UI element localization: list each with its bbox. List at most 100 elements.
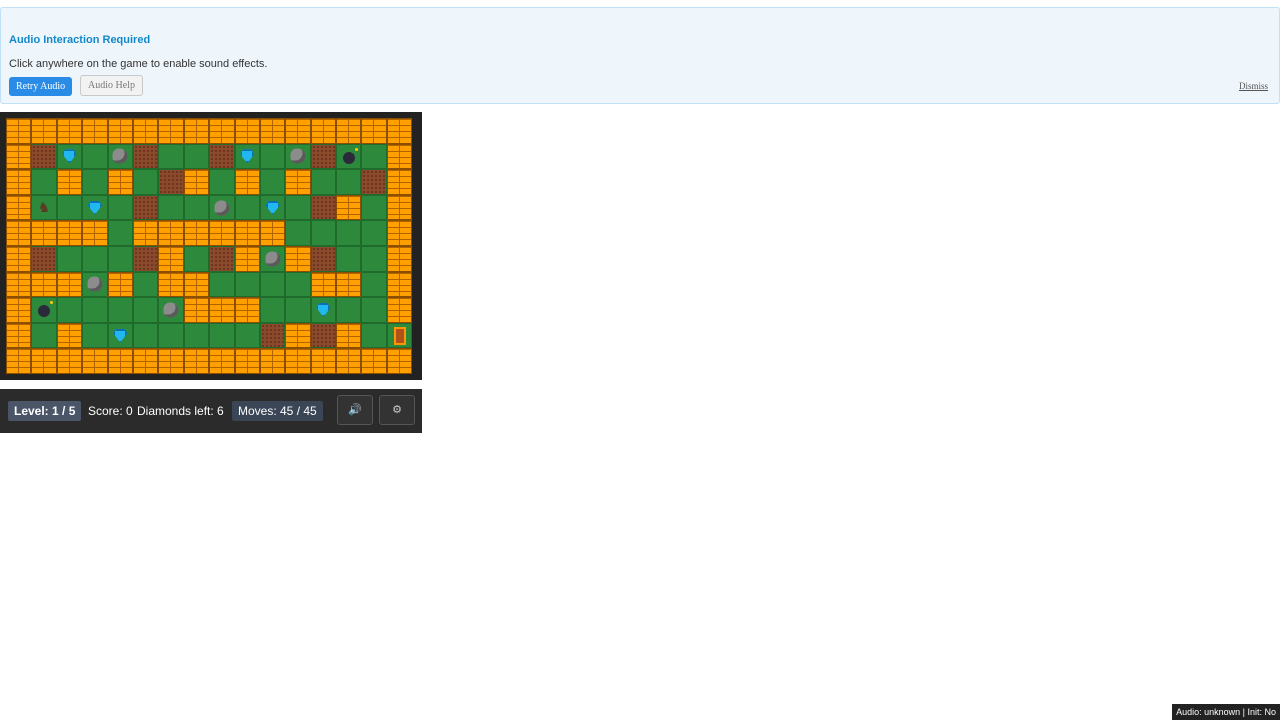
wall-tile [183, 348, 210, 374]
diamond-icon [87, 200, 102, 215]
floor-tile [310, 220, 337, 246]
bomb-icon [38, 301, 54, 318]
wall-tile [31, 348, 57, 374]
wall-tile [183, 220, 210, 246]
diamond-tile [310, 297, 337, 323]
floor-tile [234, 271, 260, 298]
wall-tile [158, 245, 184, 272]
gear-icon: ⚙ [392, 404, 402, 416]
wall-tile [107, 348, 133, 374]
dirt-tile [132, 194, 159, 221]
rock-tile [82, 271, 108, 298]
dirt-tile [361, 169, 387, 195]
sound-toggle-button[interactable]: 🔊 [337, 395, 373, 425]
wall-tile [310, 348, 337, 374]
wall-tile [234, 348, 260, 374]
wall-tile [56, 169, 83, 195]
floor-tile [107, 220, 133, 246]
wall-tile [336, 118, 362, 144]
wall-tile [183, 271, 210, 298]
diamonds-left: Diamonds left: 6 [137, 404, 224, 418]
wall-tile [285, 322, 311, 349]
rock-icon [163, 302, 179, 318]
status-bar: Level: 1 / 5 Score: 0 Diamonds left: 6 M… [0, 389, 422, 433]
floor-tile [361, 297, 387, 323]
wall-tile [234, 118, 260, 144]
bomb-tile [31, 297, 57, 323]
wall-tile [336, 322, 362, 349]
wall-tile [259, 118, 286, 144]
floor-tile [158, 322, 184, 349]
floor-tile [107, 297, 133, 323]
audio-debug-status: Audio: unknown | Init: No [1172, 704, 1280, 720]
floor-tile [132, 271, 159, 298]
wall-tile [209, 220, 235, 246]
floor-tile [183, 322, 210, 349]
wall-tile [31, 271, 57, 298]
wall-tile [158, 348, 184, 374]
wall-tile [158, 220, 184, 246]
bomb-icon [342, 147, 358, 164]
wall-tile [234, 220, 260, 246]
dirt-tile [209, 143, 235, 170]
wall-tile [132, 118, 159, 144]
wall-tile [310, 271, 337, 298]
wall-tile [361, 348, 387, 374]
wall-tile [183, 118, 210, 144]
diamond-icon [240, 149, 255, 164]
dirt-tile [259, 322, 286, 349]
floor-tile [234, 194, 260, 221]
wall-tile [82, 118, 108, 144]
floor-tile [336, 220, 362, 246]
diamond-tile [234, 143, 260, 170]
rock-icon [112, 148, 128, 164]
wall-tile [234, 245, 260, 272]
floor-tile [158, 194, 184, 221]
wall-tile [132, 220, 159, 246]
dirt-tile [31, 245, 57, 272]
wall-tile [285, 245, 311, 272]
floor-tile [361, 143, 387, 170]
floor-tile [56, 245, 83, 272]
floor-tile [31, 169, 57, 195]
game-board[interactable]: ♞ [0, 112, 422, 380]
wall-tile [183, 169, 210, 195]
wall-tile [386, 118, 413, 144]
rock-tile [158, 297, 184, 323]
player-tile: ♞ [31, 194, 57, 221]
rock-tile [259, 245, 286, 272]
floor-tile [82, 143, 108, 170]
wall-tile [6, 143, 32, 170]
wall-tile [6, 169, 32, 195]
wall-tile [386, 297, 413, 323]
rock-icon [290, 148, 306, 164]
wall-tile [82, 220, 108, 246]
wall-tile [361, 118, 387, 144]
floor-tile [361, 322, 387, 349]
audio-banner: Audio Interaction Required Click anywher… [0, 7, 1280, 104]
wall-tile [56, 220, 83, 246]
wall-tile [386, 348, 413, 374]
wall-tile [234, 297, 260, 323]
wall-tile [285, 118, 311, 144]
wall-tile [107, 271, 133, 298]
retry-audio-button[interactable]: Retry Audio [9, 77, 73, 96]
dirt-tile [310, 245, 337, 272]
floor-tile [234, 322, 260, 349]
floor-tile [132, 297, 159, 323]
bomb-tile [336, 143, 362, 170]
floor-tile [209, 271, 235, 298]
floor-tile [209, 322, 235, 349]
floor-tile [336, 297, 362, 323]
dismiss-link[interactable]: Dismiss [1239, 81, 1268, 91]
floor-tile [285, 194, 311, 221]
wall-tile [107, 169, 133, 195]
audio-help-button[interactable]: Audio Help [80, 75, 143, 96]
dirt-tile [310, 194, 337, 221]
settings-button[interactable]: ⚙ [379, 395, 415, 425]
wall-tile [234, 169, 260, 195]
diamond-icon [316, 302, 331, 317]
diamond-icon [113, 328, 128, 343]
floor-tile [361, 194, 387, 221]
level-indicator: Level: 1 / 5 [8, 401, 82, 421]
